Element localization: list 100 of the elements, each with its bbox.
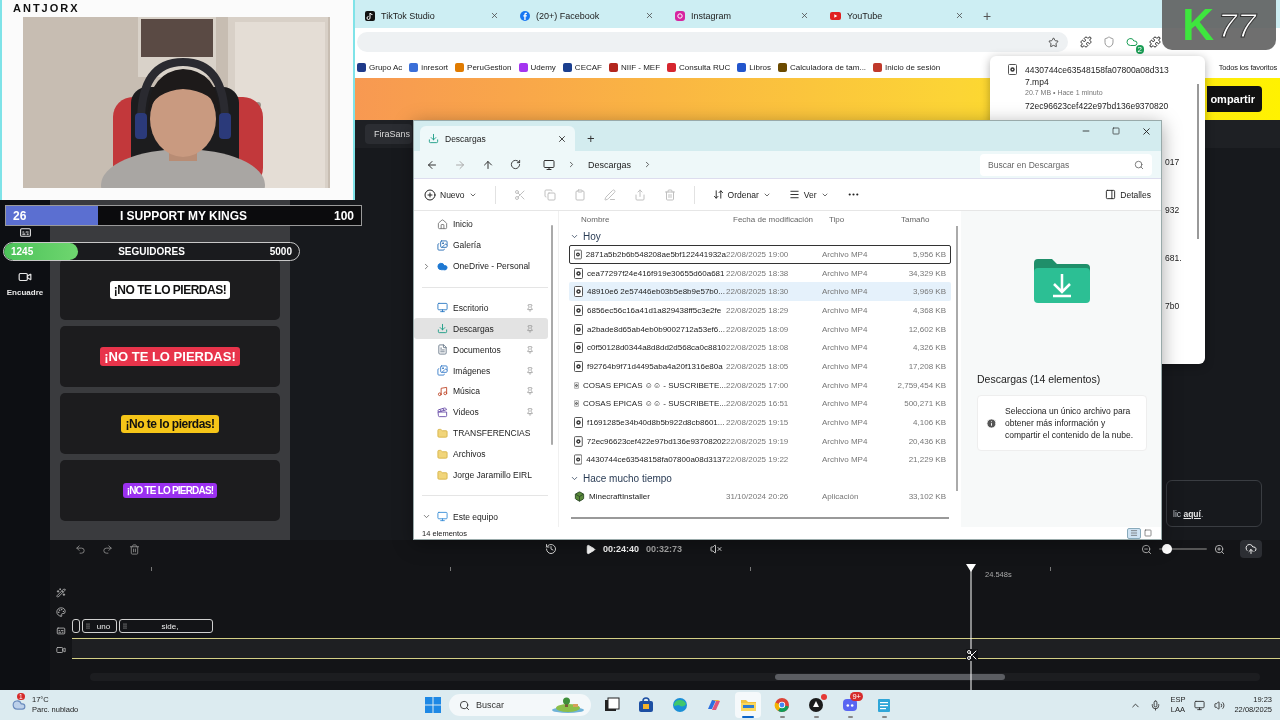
trash-icon[interactable]	[129, 543, 140, 555]
new-tab-button[interactable]: +	[977, 3, 998, 28]
view-button[interactable]: Ver	[788, 189, 829, 200]
star-icon[interactable]	[1048, 36, 1059, 48]
bookmark-link[interactable]: Consulta RUC	[667, 62, 731, 72]
network-icon[interactable]	[1194, 699, 1206, 711]
download-name[interactable]: 72ec96623cef422e97bd136e9370820	[1025, 100, 1175, 112]
file-row[interactable]: 72ec96623cef422e97bd136e9370820222/08/2025 19:19 Archivo MP4 20,436 KB	[569, 431, 951, 451]
explorer-tab[interactable]: Descargas	[420, 126, 575, 151]
file-row[interactable]: MinecraftInstaller 31/10/2024 20:26 Aplicación 33,102 KB	[569, 487, 951, 506]
nav-item[interactable]: OneDrive - Personal	[414, 255, 548, 277]
nav-item[interactable]: Archivos	[414, 443, 548, 465]
caption-style-card[interactable]: ¡NO TE LO PIERDAS!	[60, 460, 280, 521]
bookmark-link[interactable]: Calculadora de tam...	[778, 62, 867, 72]
bookmark-link[interactable]: Udemy	[518, 62, 556, 72]
browser-tab[interactable]: YouTube	[822, 3, 972, 28]
bookmark-link[interactable]: CECAF	[562, 62, 602, 72]
column-header[interactable]: Fecha de modificación	[733, 214, 829, 224]
file-row[interactable]: COSAS EPICAS ☺☺ - SUSCRIBETE...22/08/2025 16:51 Archivo MP4 500,271 KB	[569, 394, 951, 414]
download-name[interactable]: 7b0	[1165, 301, 1185, 312]
download-name[interactable]: 017	[1165, 157, 1185, 168]
file-row[interactable]: a2bade8d65ab4eb0b9002712a53ef6...22/08/2025 18:09 Archivo MP4 12,602 KB	[569, 319, 951, 339]
scrollbar-thumb[interactable]	[775, 674, 1005, 680]
play-icon[interactable]	[585, 543, 596, 555]
browser-tab[interactable]: Instagram	[667, 3, 817, 28]
new-tab-button[interactable]: +	[575, 126, 607, 151]
chevron-icon[interactable]	[422, 261, 431, 271]
group-header[interactable]: Hace mucho tiempo	[569, 469, 951, 488]
address-bar[interactable]: Descargas	[535, 153, 962, 176]
browser-tab[interactable]: (20+) Facebook	[512, 3, 662, 28]
cloud-icon[interactable]	[1126, 36, 1138, 48]
wand-icon[interactable]	[56, 588, 66, 598]
file-row[interactable]: f1691285e34b40d8b5b922d8cb8601... 22/08/2025 19:15 Archivo MP4 4,106 KB	[569, 413, 951, 432]
refresh-button[interactable]	[510, 159, 521, 170]
captions-tool[interactable]	[18, 226, 32, 239]
help-link[interactable]: aquí	[1183, 509, 1201, 519]
close-icon[interactable]	[800, 11, 809, 20]
playhead[interactable]	[966, 564, 976, 690]
close-icon[interactable]	[645, 11, 654, 20]
font-dropdown[interactable]: FiraSans	[365, 124, 412, 144]
bookmark-link[interactable]: NIIF - MEF	[609, 62, 661, 72]
file-row[interactable]: 48910e6 2e57446eb03b5e8b9e57b0...22/08/2025 18:30 Archivo MP4 3,969 KB	[569, 282, 951, 302]
up-button[interactable]	[482, 158, 494, 171]
palette-icon[interactable]	[56, 607, 66, 617]
bookmark-link[interactable]: Libros	[737, 62, 772, 72]
zoom-thumb[interactable]	[1161, 544, 1172, 554]
microphone-icon[interactable]	[1150, 699, 1162, 711]
browser-tab[interactable]: TikTok Studio	[357, 3, 507, 28]
caption-clip[interactable]: uno	[82, 619, 117, 633]
column-header[interactable]: Tipo	[829, 214, 901, 224]
nav-item[interactable]: Imágenes	[414, 360, 548, 381]
redo-icon[interactable]	[102, 543, 113, 555]
replay-icon[interactable]	[545, 543, 557, 555]
captions-icon[interactable]	[56, 626, 66, 636]
view-toggle[interactable]	[1141, 527, 1155, 539]
file-row[interactable]: cea77297f24e416f919e30655d60a681 22/08/2025 18:38 Archivo MP4 34,329 KB	[569, 263, 951, 283]
file-row[interactable]: 4430744ce63548158fa07800a08d313722/08/2025 19:22 Archivo MP4 21,229 KB	[569, 450, 951, 470]
breadcrumb[interactable]: Descargas	[588, 159, 632, 170]
bookmark-link[interactable]: inresort	[409, 62, 449, 72]
puzzle-icon[interactable]	[1080, 36, 1092, 48]
sort-button[interactable]: Ordenar	[712, 189, 771, 200]
file-row[interactable]: COSAS EPICAS ☺☺ - SUSCRIBETE...22/08/2025 17:00 Archivo MP4 2,759,454 KB	[569, 375, 951, 395]
taskbar-search[interactable]: Buscar	[449, 694, 591, 716]
frame-tool[interactable]: Encuadre	[6, 270, 44, 297]
search-field[interactable]: Buscar en Descargas	[980, 153, 1152, 176]
back-button[interactable]	[426, 158, 438, 171]
share-button[interactable]: ompartir	[1207, 86, 1262, 112]
nav-item[interactable]: Jorge Jaramillo EIRL	[414, 464, 548, 486]
video-icon[interactable]	[56, 645, 66, 655]
bookmark-link[interactable]: Grupo Ac	[357, 62, 403, 72]
caption-clip[interactable]: side,	[119, 619, 213, 633]
caption-style-card[interactable]: ¡NO TE LO PIERDAS!	[60, 259, 280, 320]
file-row[interactable]: 2871a5b2b6b548208ae5bf122441932a22/08/2025 19:00 Archivo MP4 5,956 KB	[569, 245, 951, 264]
download-name[interactable]: 4430744ce63548158fa07800a08d3137.mp4	[1025, 64, 1175, 88]
mute-icon[interactable]	[710, 543, 723, 555]
group-header[interactable]: Hoy	[569, 227, 951, 245]
nav-item[interactable]: Este equipo	[414, 506, 548, 527]
column-header[interactable]: Nombre	[581, 214, 733, 224]
scissors-icon[interactable]	[966, 649, 978, 661]
download-name[interactable]: 932	[1165, 205, 1185, 216]
close-icon[interactable]	[955, 11, 964, 20]
shield-icon[interactable]	[1103, 36, 1115, 48]
nav-item[interactable]: Videos	[414, 401, 548, 423]
close-icon[interactable]	[490, 11, 499, 20]
bookmark-link[interactable]: Inicio de sesión	[873, 62, 941, 72]
caption-clip[interactable]	[72, 619, 80, 633]
zoom-in-icon[interactable]	[1214, 543, 1225, 555]
extensions-icon[interactable]	[1149, 36, 1161, 48]
bookmark-link[interactable]: PeruGestion	[455, 62, 512, 72]
search-icon[interactable]	[1134, 159, 1144, 170]
nav-item[interactable]: Galería	[414, 234, 548, 256]
undo-icon[interactable]	[75, 543, 86, 555]
column-header[interactable]: Tamaño	[901, 214, 947, 224]
new-button[interactable]: Nuevo	[424, 188, 477, 201]
file-row[interactable]: c0f50128d0344a8d8dd2d568ca0c881022/08/2025 18:08 Archivo MP4 4,326 KB	[569, 338, 951, 358]
download-name[interactable]: 681.	[1165, 253, 1185, 264]
nav-item[interactable]: Documentos	[414, 339, 548, 361]
file-row[interactable]: f92764b9f71d4495aba4a20f1316e80a 22/08/2025 18:05 Archivo MP4 17,208 KB	[569, 357, 951, 376]
view-toggle[interactable]	[1127, 527, 1141, 539]
zoom-out-icon[interactable]	[1141, 543, 1152, 555]
